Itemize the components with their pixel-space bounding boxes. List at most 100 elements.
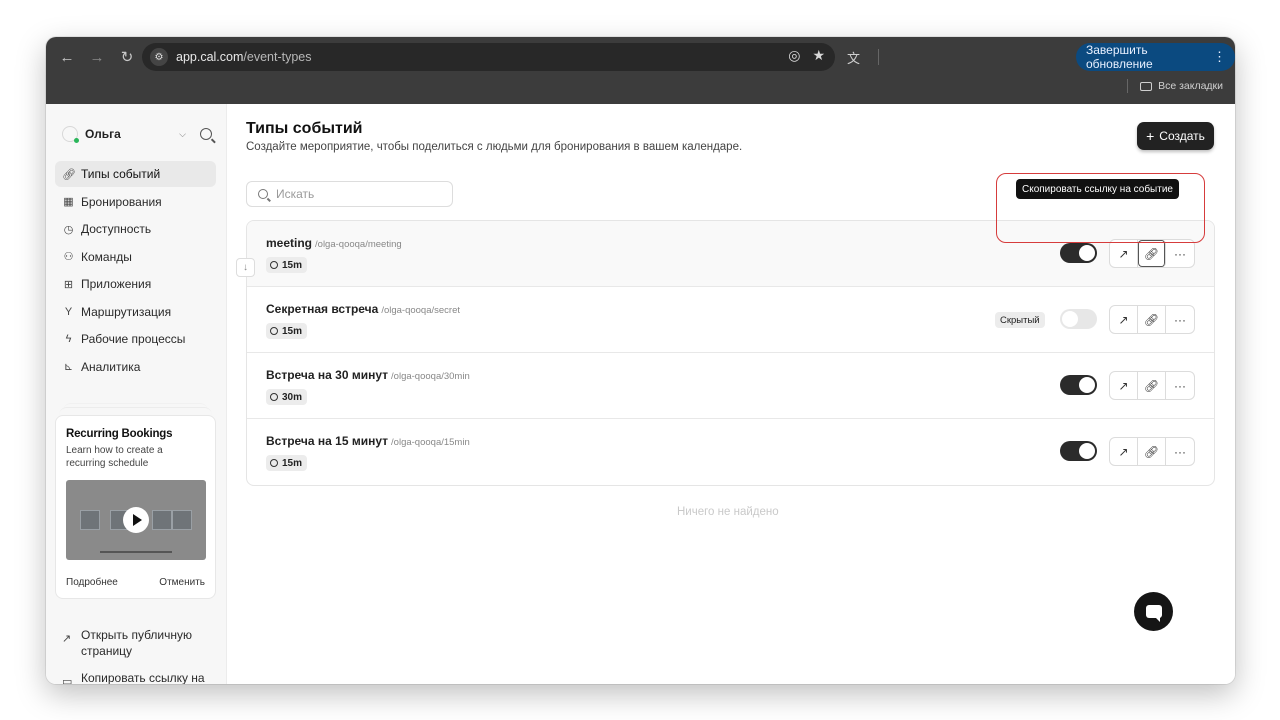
duration-badge: 15m	[266, 323, 308, 339]
sidebar-item-routing[interactable]: Y Маршрутизация	[55, 299, 216, 325]
event-title-line: Встреча на 30 минут/olga-qooqa/30min	[266, 368, 470, 382]
sidebar-item-apps[interactable]: ⊞ Приложения	[55, 271, 216, 297]
grid-icon: ⊞	[63, 278, 74, 291]
play-icon[interactable]	[123, 507, 149, 533]
learn-more-link[interactable]: Подробнее	[66, 577, 118, 588]
forward-icon[interactable]: →	[84, 44, 110, 70]
create-button[interactable]: + Создать	[1137, 122, 1214, 150]
finish-update-label: Завершить обновление	[1086, 43, 1153, 71]
event-toggle[interactable]	[1060, 309, 1097, 329]
browser-window: ← → ↻ ⚙ app.cal.com/event-types ◎ ★ 文 За…	[46, 37, 1235, 684]
event-slug: /olga-qooqa/30min	[391, 371, 470, 382]
finish-update-button[interactable]: Завершить обновление ⋮	[1076, 43, 1235, 71]
duration-badge: 15m	[266, 455, 308, 471]
promo-video[interactable]	[66, 480, 206, 560]
search-input[interactable]	[276, 187, 446, 201]
reload-icon[interactable]: ↻	[114, 44, 140, 70]
sidebar-nav: 🔗︎ Типы событий ▦ Бронирования ◷ Доступн…	[55, 161, 216, 381]
external-link-icon: ↗	[62, 633, 72, 645]
duration-badge: 30m	[266, 389, 308, 405]
site-settings-icon[interactable]: ⚙	[150, 48, 168, 66]
create-label: Создать	[1159, 129, 1205, 143]
external-link-icon[interactable]: ↗	[1110, 438, 1138, 465]
star-icon[interactable]: ★	[812, 47, 825, 64]
duration-label: 15m	[282, 325, 303, 337]
open-public-page-label: Открыть публичную страницу	[81, 628, 193, 658]
event-title: Секретная встреча	[266, 302, 379, 316]
sidebar-item-label: Типы событий	[81, 167, 161, 181]
search-icon	[258, 189, 268, 199]
chart-icon: ⊾	[63, 361, 74, 373]
calendar-icon: ▦	[63, 196, 74, 208]
promo-text: Learn how to create a recurring schedule	[66, 445, 163, 469]
event-toggle[interactable]	[1060, 243, 1097, 263]
more-icon[interactable]: ···	[1166, 372, 1194, 399]
event-type-row[interactable]: Секретная встреча/olga-qooqa/secret 15m …	[247, 287, 1214, 353]
sidebar-item-insights[interactable]: ⊾ Аналитика	[55, 354, 216, 380]
address-bar[interactable]: ⚙ app.cal.com/event-types ◎ ★	[142, 43, 835, 71]
copy-public-link[interactable]: ▭ Копировать ссылку на	[62, 670, 205, 684]
more-icon[interactable]: ···	[1166, 306, 1194, 333]
promo-title: Recurring Bookings	[66, 428, 173, 440]
sidebar-item-event-types[interactable]: 🔗︎ Типы событий	[55, 161, 216, 187]
page-subtitle: Создайте мероприятие, чтобы поделиться с…	[246, 141, 743, 153]
video-caption	[100, 551, 172, 553]
duration-label: 30m	[282, 391, 303, 403]
more-vertical-icon[interactable]: ⋮	[1213, 49, 1226, 65]
sidebar-item-label: Доступность	[81, 222, 152, 236]
hidden-badge: Скрытый	[995, 312, 1045, 328]
video-thumbnail	[152, 510, 172, 530]
event-toggle[interactable]	[1060, 375, 1097, 395]
browser-chrome: ← → ↻ ⚙ app.cal.com/event-types ◎ ★ 文 За…	[46, 37, 1235, 104]
user-menu[interactable]: Ольга ⌵	[62, 124, 212, 144]
plus-icon: +	[1146, 128, 1155, 144]
chevron-down-icon[interactable]: ⌵	[179, 129, 186, 140]
sidebar: Ольга ⌵ 🔗︎ Типы событий ▦ Бронирования ◷…	[46, 104, 227, 684]
eye-off-icon[interactable]: ◎	[788, 47, 800, 64]
more-icon[interactable]: ···	[1166, 438, 1194, 465]
sidebar-item-label: Приложения	[81, 277, 152, 291]
arrow-down-icon[interactable]: ↓	[236, 258, 255, 277]
back-icon[interactable]: ←	[54, 44, 80, 70]
event-type-row[interactable]: Встреча на 15 минут/olga-qooqa/15min 15m…	[247, 419, 1214, 485]
sidebar-item-label: Маршрутизация	[81, 304, 172, 319]
clock-icon	[270, 459, 278, 467]
sidebar-item-workflows[interactable]: ϟ Рабочие процессы	[55, 326, 216, 352]
external-link-icon[interactable]: ↗	[1110, 372, 1138, 399]
event-toggle[interactable]	[1060, 441, 1097, 461]
copy-icon: ▭	[62, 676, 73, 684]
event-title: Встреча на 30 минут	[266, 368, 389, 382]
sidebar-item-availability[interactable]: ◷ Доступность	[55, 216, 216, 242]
copy-link-tooltip: Скопировать ссылку на событие	[1016, 179, 1179, 199]
open-public-page-link[interactable]: ↗ Открыть публичную страницу	[62, 627, 211, 659]
event-slug: /olga-qooqa/secret	[381, 305, 461, 316]
more-icon[interactable]: ···	[1166, 240, 1194, 267]
event-title: Встреча на 15 минут	[266, 434, 389, 448]
event-actions: ↗ 🔗︎ ···	[1109, 239, 1195, 268]
toggle-knob	[1079, 443, 1095, 459]
copy-link-icon[interactable]: 🔗︎	[1138, 306, 1166, 333]
url-text: app.cal.com/event-types	[176, 50, 312, 64]
clock-icon	[270, 393, 278, 401]
link-icon: 🔗︎	[62, 168, 76, 181]
translate-icon[interactable]: 文	[847, 48, 860, 67]
recurring-bookings-card: Recurring Bookings Learn how to create a…	[55, 415, 216, 599]
chat-button[interactable]	[1134, 592, 1173, 631]
copy-link-icon[interactable]: 🔗︎	[1138, 438, 1166, 465]
toggle-knob	[1079, 245, 1095, 261]
dismiss-link[interactable]: Отменить	[159, 577, 205, 588]
search-icon[interactable]	[200, 128, 212, 140]
copy-link-icon[interactable]: 🔗︎	[1138, 240, 1166, 267]
bookmarks-bar: Все закладки	[1127, 79, 1223, 93]
event-type-row[interactable]: Встреча на 30 минут/olga-qooqa/30min 30m…	[247, 353, 1214, 419]
clock-icon: ◷	[63, 223, 74, 236]
all-bookmarks-link[interactable]: Все закладки	[1158, 80, 1223, 92]
sidebar-item-teams[interactable]: ⚇ Команды	[55, 244, 216, 270]
sidebar-item-label: Бронирования	[81, 194, 162, 209]
external-link-icon[interactable]: ↗	[1110, 240, 1138, 267]
external-link-icon[interactable]: ↗	[1110, 306, 1138, 333]
copy-link-icon[interactable]: 🔗︎	[1138, 372, 1166, 399]
search-field[interactable]	[246, 181, 453, 207]
chat-icon	[1145, 605, 1162, 622]
sidebar-item-bookings[interactable]: ▦ Бронирования	[55, 189, 216, 215]
